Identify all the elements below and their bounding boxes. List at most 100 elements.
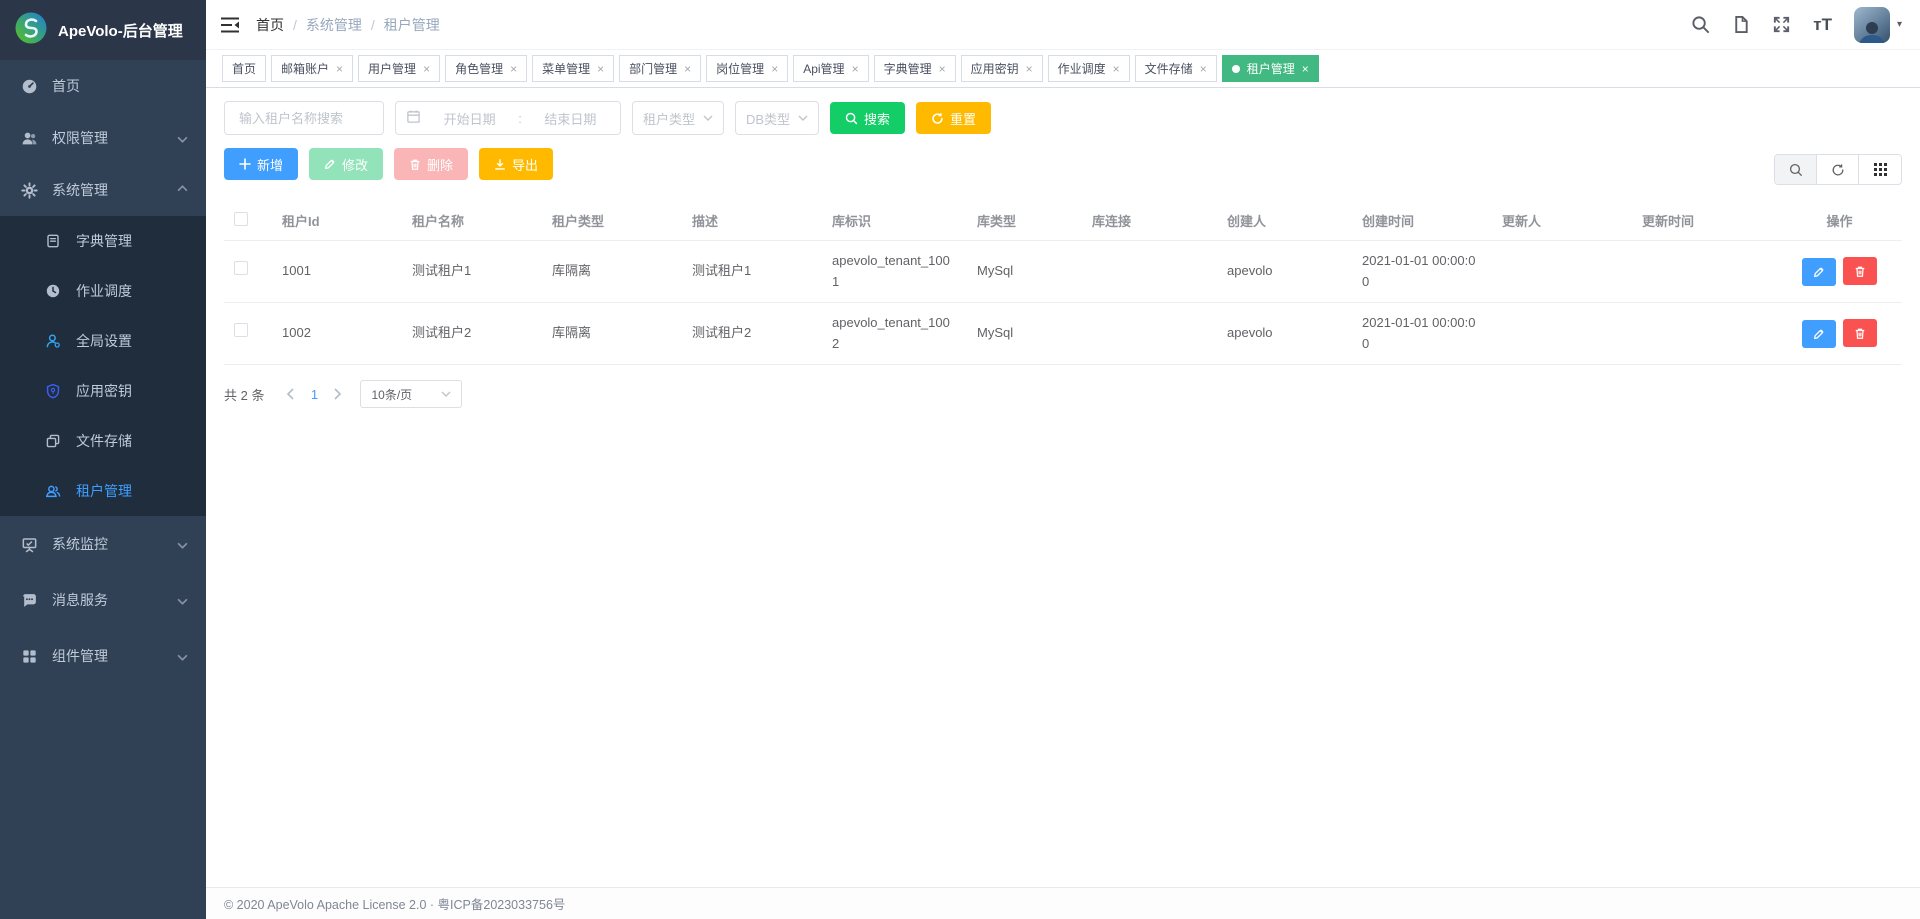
close-icon[interactable]: × — [939, 63, 946, 75]
cell-db-type: MySql — [967, 302, 1082, 365]
sidebar-item-label: 首页 — [52, 78, 80, 94]
search-button[interactable]: 搜索 — [830, 102, 906, 134]
add-button[interactable]: 新增 — [224, 148, 299, 180]
row-delete-button[interactable] — [1843, 257, 1877, 286]
sidebar-item-label: 权限管理 — [52, 130, 108, 146]
breadcrumb-home[interactable]: 首页 — [256, 15, 284, 35]
sidebar-collapse-icon[interactable] — [220, 16, 240, 34]
cell-create-time: 2021-01-01 00:00:00 — [1352, 240, 1492, 303]
refresh-button[interactable] — [1817, 155, 1859, 184]
tab-app-secret[interactable]: 应用密钥 × — [960, 55, 1043, 82]
sidebar-item-label: 全局设置 — [76, 333, 132, 349]
monitor-icon — [20, 536, 38, 553]
cell-update-time — [1632, 240, 1777, 303]
row-delete-button[interactable] — [1843, 319, 1877, 348]
edit-button[interactable]: 修改 — [309, 148, 384, 180]
export-button[interactable]: 导出 — [479, 148, 554, 180]
start-date-placeholder[interactable]: 开始日期 — [430, 109, 509, 128]
tab-menu-mgmt[interactable]: 菜单管理 × — [532, 55, 615, 82]
app-logo[interactable]: ApeVolo-后台管理 — [0, 0, 206, 60]
sidebar-item-dictionary[interactable]: 字典管理 — [0, 216, 206, 266]
tab-role-mgmt[interactable]: 角色管理 × — [445, 55, 528, 82]
sidebar-item-file-storage[interactable]: 文件存储 — [0, 416, 206, 466]
tab-job-schedule[interactable]: 作业调度 × — [1047, 55, 1130, 82]
close-icon[interactable]: × — [771, 63, 778, 75]
next-page-button[interactable] — [326, 382, 350, 406]
reset-button[interactable]: 重置 — [916, 102, 992, 134]
tenant-type-select[interactable]: 租户类型 — [632, 101, 724, 135]
avatar[interactable] — [1853, 6, 1890, 43]
grid-icon — [1873, 163, 1887, 176]
sidebar-item-label: 系统管理 — [52, 182, 108, 198]
chevron-down-icon — [177, 648, 188, 664]
col-header-actions: 操作 — [1777, 201, 1902, 241]
col-header-create-time: 创建时间 — [1352, 201, 1492, 241]
close-icon[interactable]: × — [597, 63, 604, 75]
tab-api-mgmt[interactable]: Api管理 × — [793, 55, 869, 82]
sidebar-item-components[interactable]: 组件管理 — [0, 628, 206, 684]
pagination-total: 共 2 条 — [224, 387, 265, 403]
tenant-name-search-field[interactable] — [224, 101, 384, 135]
sidebar-item-monitor[interactable]: 系统监控 — [0, 516, 206, 572]
tab-home[interactable]: 首页 — [222, 55, 267, 82]
chevron-down-icon — [177, 130, 188, 146]
sidebar-item-label: 租户管理 — [76, 483, 132, 499]
page-size-select[interactable]: 10条/页 — [360, 380, 463, 408]
end-date-placeholder[interactable]: 结束日期 — [531, 109, 610, 128]
close-icon[interactable]: × — [1026, 63, 1033, 75]
page-number[interactable]: 1 — [302, 387, 326, 402]
table-tools-group — [1774, 154, 1902, 185]
refresh-icon — [932, 112, 943, 124]
tab-file-storage[interactable]: 文件存储 × — [1134, 55, 1217, 82]
sidebar-item-label: 组件管理 — [52, 648, 108, 664]
sidebar-item-system[interactable]: 系统管理 — [0, 164, 206, 216]
sidebar-item-permissions[interactable]: 权限管理 — [0, 112, 206, 164]
tab-user-mgmt[interactable]: 用户管理 × — [358, 55, 441, 82]
sidebar-item-tenant[interactable]: 租户管理 — [0, 466, 206, 516]
close-icon[interactable]: × — [852, 63, 859, 75]
select-all-checkbox[interactable] — [234, 212, 248, 226]
tags-view-bar: 首页 邮箱账户 × 用户管理 × 角色管理 × 菜单管理 × 部门管理 × 岗位管理 × A… — [206, 50, 1920, 88]
sidebar-item-global-settings[interactable]: 全局设置 — [0, 316, 206, 366]
db-type-select[interactable]: DB类型 — [735, 101, 819, 135]
sidebar-item-app-secret[interactable]: 应用密钥 — [0, 366, 206, 416]
document-icon[interactable] — [1732, 15, 1750, 34]
page-content: 开始日期 : 结束日期 租户类型 DB类型 搜索 — [206, 88, 1920, 887]
user-menu[interactable]: ▾ — [1853, 6, 1902, 43]
close-icon[interactable]: × — [1113, 63, 1120, 75]
sidebar-item-home[interactable]: 首页 — [0, 60, 206, 112]
breadcrumb-separator: / — [370, 16, 375, 33]
breadcrumb-system[interactable]: 系统管理 — [306, 15, 362, 35]
sidebar-item-message[interactable]: 消息服务 — [0, 572, 206, 628]
delete-button[interactable]: 删除 — [394, 148, 469, 180]
font-size-icon[interactable]: тT — [1813, 15, 1832, 35]
column-grid-button[interactable] — [1859, 155, 1901, 184]
search-input[interactable] — [237, 109, 371, 127]
row-checkbox[interactable] — [234, 261, 248, 276]
prev-page-button[interactable] — [278, 382, 302, 406]
sidebar-submenu-system: 字典管理 作业调度 全局设置 应用密钥 文件存储 租户管理 — [0, 216, 206, 516]
sidebar-item-job-schedule[interactable]: 作业调度 — [0, 266, 206, 316]
tab-dept-mgmt[interactable]: 部门管理 × — [619, 55, 702, 82]
cell-description: 测试租户1 — [682, 240, 822, 303]
close-icon[interactable]: × — [1200, 63, 1207, 75]
search-icon[interactable] — [1691, 15, 1710, 34]
toggle-search-button[interactable] — [1775, 155, 1817, 184]
close-icon[interactable]: × — [423, 63, 430, 75]
close-icon[interactable]: × — [510, 63, 517, 75]
cell-tenant-id: 1002 — [272, 302, 402, 365]
close-icon[interactable]: × — [1302, 63, 1309, 75]
chevron-down-icon — [177, 592, 188, 608]
row-checkbox[interactable] — [234, 323, 248, 338]
row-edit-button[interactable] — [1802, 319, 1836, 348]
tab-email-account[interactable]: 邮箱账户 × — [271, 55, 354, 82]
tab-tenant-mgmt[interactable]: 租户管理 × — [1221, 55, 1319, 82]
row-edit-button[interactable] — [1802, 257, 1836, 286]
tab-dict-mgmt[interactable]: 字典管理 × — [873, 55, 956, 82]
fullscreen-icon[interactable] — [1772, 15, 1791, 34]
date-range-picker[interactable]: 开始日期 : 结束日期 — [395, 101, 621, 135]
sidebar-item-label: 消息服务 — [52, 592, 108, 608]
close-icon[interactable]: × — [336, 63, 343, 75]
tab-post-mgmt[interactable]: 岗位管理 × — [706, 55, 789, 82]
close-icon[interactable]: × — [684, 63, 691, 75]
